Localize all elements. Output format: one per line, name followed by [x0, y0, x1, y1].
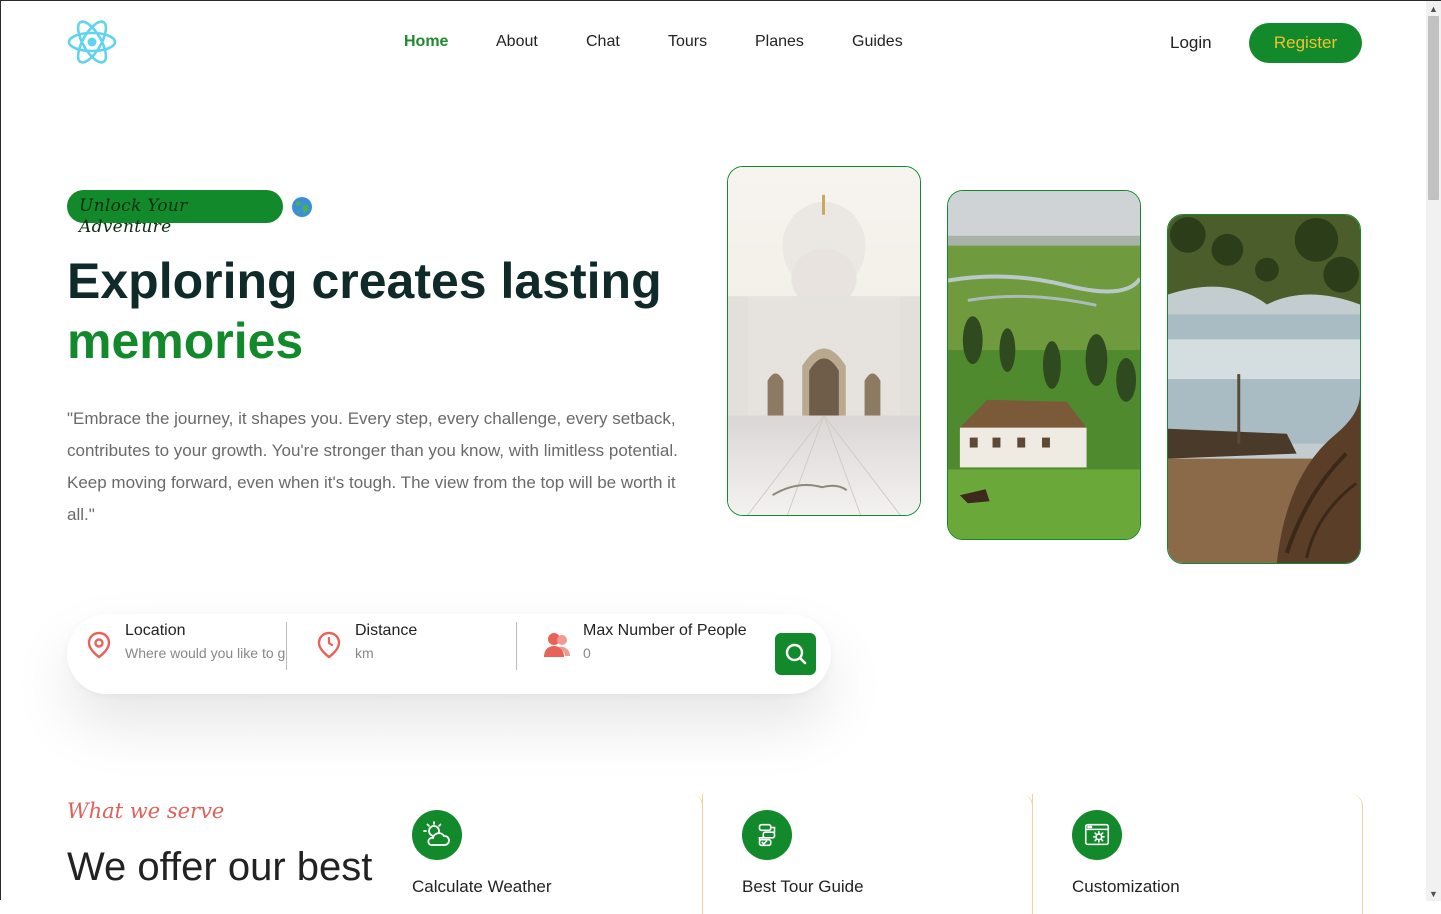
service-card-weather[interactable]: Calculate Weather	[412, 794, 703, 914]
nav-chat[interactable]: Chat	[586, 33, 620, 51]
hero-title: Exploring creates lasting memories	[67, 251, 662, 371]
login-button[interactable]: Login	[1170, 33, 1212, 53]
scroll-down-arrow-icon[interactable]: ▼	[1426, 886, 1441, 901]
people-field[interactable]: Max Number of People 0	[543, 614, 763, 694]
distance-input[interactable]: km	[355, 645, 374, 661]
hero-title-line1: Exploring creates lasting	[67, 253, 662, 309]
react-atom-icon	[67, 20, 117, 64]
search-icon	[785, 643, 806, 665]
mosque-photo	[727, 166, 921, 516]
people-input[interactable]: 0	[583, 645, 591, 661]
service-title: Best Tour Guide	[742, 877, 864, 896]
service-title: Customization	[1072, 877, 1180, 896]
countryside-photo	[947, 190, 1141, 540]
service-card-customization[interactable]: Customization	[1072, 794, 1363, 914]
service-card-guide[interactable]: Best Tour Guide	[742, 794, 1033, 914]
location-label: Location	[125, 622, 186, 639]
search-button[interactable]	[775, 633, 816, 675]
tagline-text: Unlock Your Adventure	[67, 190, 283, 237]
nav-tours[interactable]: Tours	[668, 33, 707, 51]
people-icon	[544, 633, 570, 657]
nav-guides[interactable]: Guides	[852, 33, 903, 51]
globe-icon	[292, 196, 312, 217]
location-pin-icon	[87, 631, 111, 659]
nav-home[interactable]: Home	[404, 33, 448, 51]
distance-pin-icon	[317, 631, 341, 659]
weather-icon	[412, 810, 462, 860]
page-scrollbar[interactable]: ▲ ▼	[1426, 1, 1441, 901]
services-title: We offer our best	[67, 845, 373, 889]
people-label: Max Number of People	[583, 622, 747, 639]
distance-label: Distance	[355, 622, 418, 639]
location-field[interactable]: Location Where would you like to go?	[85, 614, 287, 694]
nav-planes[interactable]: Planes	[755, 33, 804, 51]
hero-tagline: Unlock Your Adventure	[67, 190, 313, 237]
distance-field[interactable]: Distance km	[315, 614, 515, 694]
logo[interactable]	[67, 19, 117, 65]
customization-icon	[1072, 810, 1122, 860]
search-divider	[286, 622, 287, 670]
nav-about[interactable]: About	[496, 33, 538, 51]
location-input[interactable]: Where would you like to go?	[125, 645, 287, 661]
services-subtitle: What we serve	[67, 799, 225, 823]
hero-title-line2: memories	[67, 313, 304, 369]
scrollbar-thumb[interactable]	[1428, 16, 1439, 200]
search-bar: Location Where would you like to go? Dis…	[67, 614, 831, 694]
search-divider	[516, 622, 517, 670]
hero-quote: "Embrace the journey, it shapes you. Eve…	[67, 409, 678, 524]
lake-photo	[1167, 214, 1361, 564]
service-title: Calculate Weather	[412, 877, 552, 896]
scroll-up-arrow-icon[interactable]: ▲	[1426, 1, 1441, 16]
register-button[interactable]: Register	[1249, 23, 1362, 63]
guide-icon	[742, 810, 792, 860]
